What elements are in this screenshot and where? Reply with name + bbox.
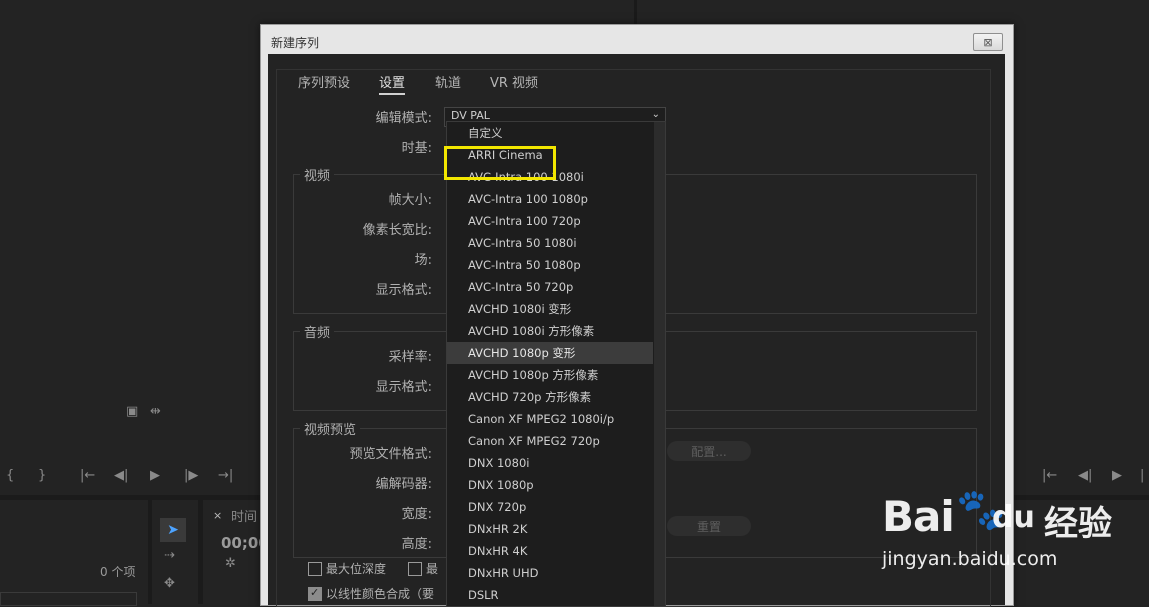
dropdown-option[interactable]: AVCHD 1080i 方形像素	[447, 320, 653, 342]
snap-icon[interactable]: ✲	[225, 556, 236, 571]
audio-group-title: 音频	[300, 322, 335, 341]
dropdown-scrollbar[interactable]	[654, 122, 665, 606]
dropdown-option[interactable]: AVC-Intra 50 1080i	[447, 232, 653, 254]
play-icon[interactable]: ▶	[150, 468, 160, 483]
program-step-forward-icon[interactable]: |	[1140, 468, 1144, 483]
dropdown-option[interactable]: AVCHD 1080p 变形	[447, 342, 653, 364]
video-group-title: 视频	[300, 165, 335, 184]
go-to-in-icon[interactable]: |←	[80, 468, 95, 483]
display-format-label: 显示格式:	[375, 283, 432, 298]
codec-label: 编解码器:	[375, 477, 432, 492]
max-bit-depth-checkbox[interactable]	[308, 562, 322, 576]
dropdown-option[interactable]: Canon XF MPEG2 1080i/p	[447, 408, 653, 430]
dropdown-option[interactable]: AVCHD 1080p 方形像素	[447, 364, 653, 386]
go-to-out-icon[interactable]: →|	[218, 468, 233, 483]
selection-tool-icon[interactable]: ➤	[160, 518, 186, 542]
dropdown-option[interactable]: 自定义	[447, 122, 653, 144]
program-go-to-in-icon[interactable]: |←	[1042, 468, 1057, 483]
dropdown-option[interactable]: DSLR	[447, 584, 653, 606]
dropdown-option[interactable]: AVC-Intra 100 720p	[447, 210, 653, 232]
edit-mode-dropdown-list[interactable]: 自定义 ARRI Cinema AVC-Intra 100 1080i AVC-Int…	[446, 121, 666, 607]
video-preview-group-title: 视频预览	[300, 419, 361, 438]
tab-vr-video[interactable]: VR 视频	[490, 72, 538, 91]
max-render-quality-label: 最	[426, 562, 439, 576]
insert-icon[interactable]: ▣	[126, 404, 138, 419]
track-select-tool-icon[interactable]: ⇢	[164, 548, 175, 563]
frame-size-label: 帧大小:	[388, 193, 432, 208]
max-render-quality-checkbox[interactable]	[408, 562, 422, 576]
overwrite-icon[interactable]: ⇹	[150, 404, 161, 419]
height-label: 高度:	[401, 537, 432, 552]
tab-sequence-presets[interactable]: 序列预设	[298, 72, 350, 91]
mark-in-icon[interactable]: {	[6, 468, 14, 483]
watermark-suffix: 经验	[1044, 504, 1112, 544]
ripple-edit-tool-icon[interactable]: ✥	[164, 576, 175, 591]
preview-file-format-label: 预览文件格式:	[349, 447, 432, 462]
edit-mode-label: 编辑模式:	[375, 111, 432, 126]
audio-display-format-label: 显示格式:	[375, 380, 432, 395]
project-item-count: 0 个项	[100, 565, 136, 579]
watermark-url: jingyan.baidu.com	[882, 548, 1058, 570]
dropdown-option[interactable]: DNxHR 2K	[447, 518, 653, 540]
project-panel: 0 个项	[0, 500, 148, 606]
reset-button[interactable]: 重置	[667, 516, 751, 536]
dropdown-option[interactable]: AVC-Intra 50 1080p	[447, 254, 653, 276]
program-step-back-icon[interactable]: ◀|	[1078, 468, 1092, 483]
dropdown-option[interactable]: Canon XF MPEG2 720p	[447, 430, 653, 452]
close-icon[interactable]: ⊠	[973, 33, 1003, 51]
step-forward-icon[interactable]: |▶	[184, 468, 198, 483]
program-play-icon[interactable]: ▶	[1112, 468, 1122, 483]
max-bit-depth-label: 最大位深度	[326, 562, 387, 576]
linear-color-label: 以线性颜色合成（要	[326, 587, 435, 601]
configure-button[interactable]: 配置...	[667, 441, 751, 461]
watermark-brand-du: du	[992, 500, 1035, 535]
watermark-brand: Bai	[882, 492, 955, 541]
baidu-watermark: Bai 🐾 du 经验 jingyan.baidu.com	[882, 486, 1144, 576]
fields-label: 场:	[414, 253, 432, 268]
sample-rate-label: 采样率:	[388, 350, 432, 365]
mark-out-icon[interactable]: }	[38, 468, 46, 483]
tab-tracks[interactable]: 轨道	[435, 72, 461, 91]
timebase-label: 时基:	[401, 141, 432, 156]
dialog-title: 新建序列	[271, 36, 320, 50]
dropdown-option[interactable]: DNX 1080i	[447, 452, 653, 474]
width-label: 宽度:	[401, 507, 432, 522]
dropdown-option[interactable]: DNxHR 4K	[447, 540, 653, 562]
dropdown-option[interactable]: AVC-Intra 100 1080p	[447, 188, 653, 210]
dropdown-option[interactable]: AVCHD 1080i 变形	[447, 298, 653, 320]
dropdown-option[interactable]: DNX 1080p	[447, 474, 653, 496]
chevron-down-icon: ⌄	[651, 109, 660, 120]
pixel-aspect-label: 像素长宽比:	[362, 223, 432, 238]
dropdown-option[interactable]: AVC-Intra 50 720p	[447, 276, 653, 298]
dropdown-option[interactable]: DNX 720p	[447, 496, 653, 518]
tools-panel: ➤ ⇢ ✥	[152, 500, 198, 604]
dropdown-option[interactable]: DNxHR UHD	[447, 562, 653, 584]
timeline-close-icon[interactable]: ×	[213, 509, 222, 522]
step-back-icon[interactable]: ◀|	[114, 468, 128, 483]
timeline-tab-label[interactable]: 时间	[231, 506, 257, 525]
dropdown-option[interactable]: AVCHD 720p 方形像素	[447, 386, 653, 408]
linear-color-checkbox[interactable]	[308, 586, 322, 601]
tab-settings[interactable]: 设置	[379, 72, 406, 95]
highlight-annotation-box	[444, 146, 556, 180]
